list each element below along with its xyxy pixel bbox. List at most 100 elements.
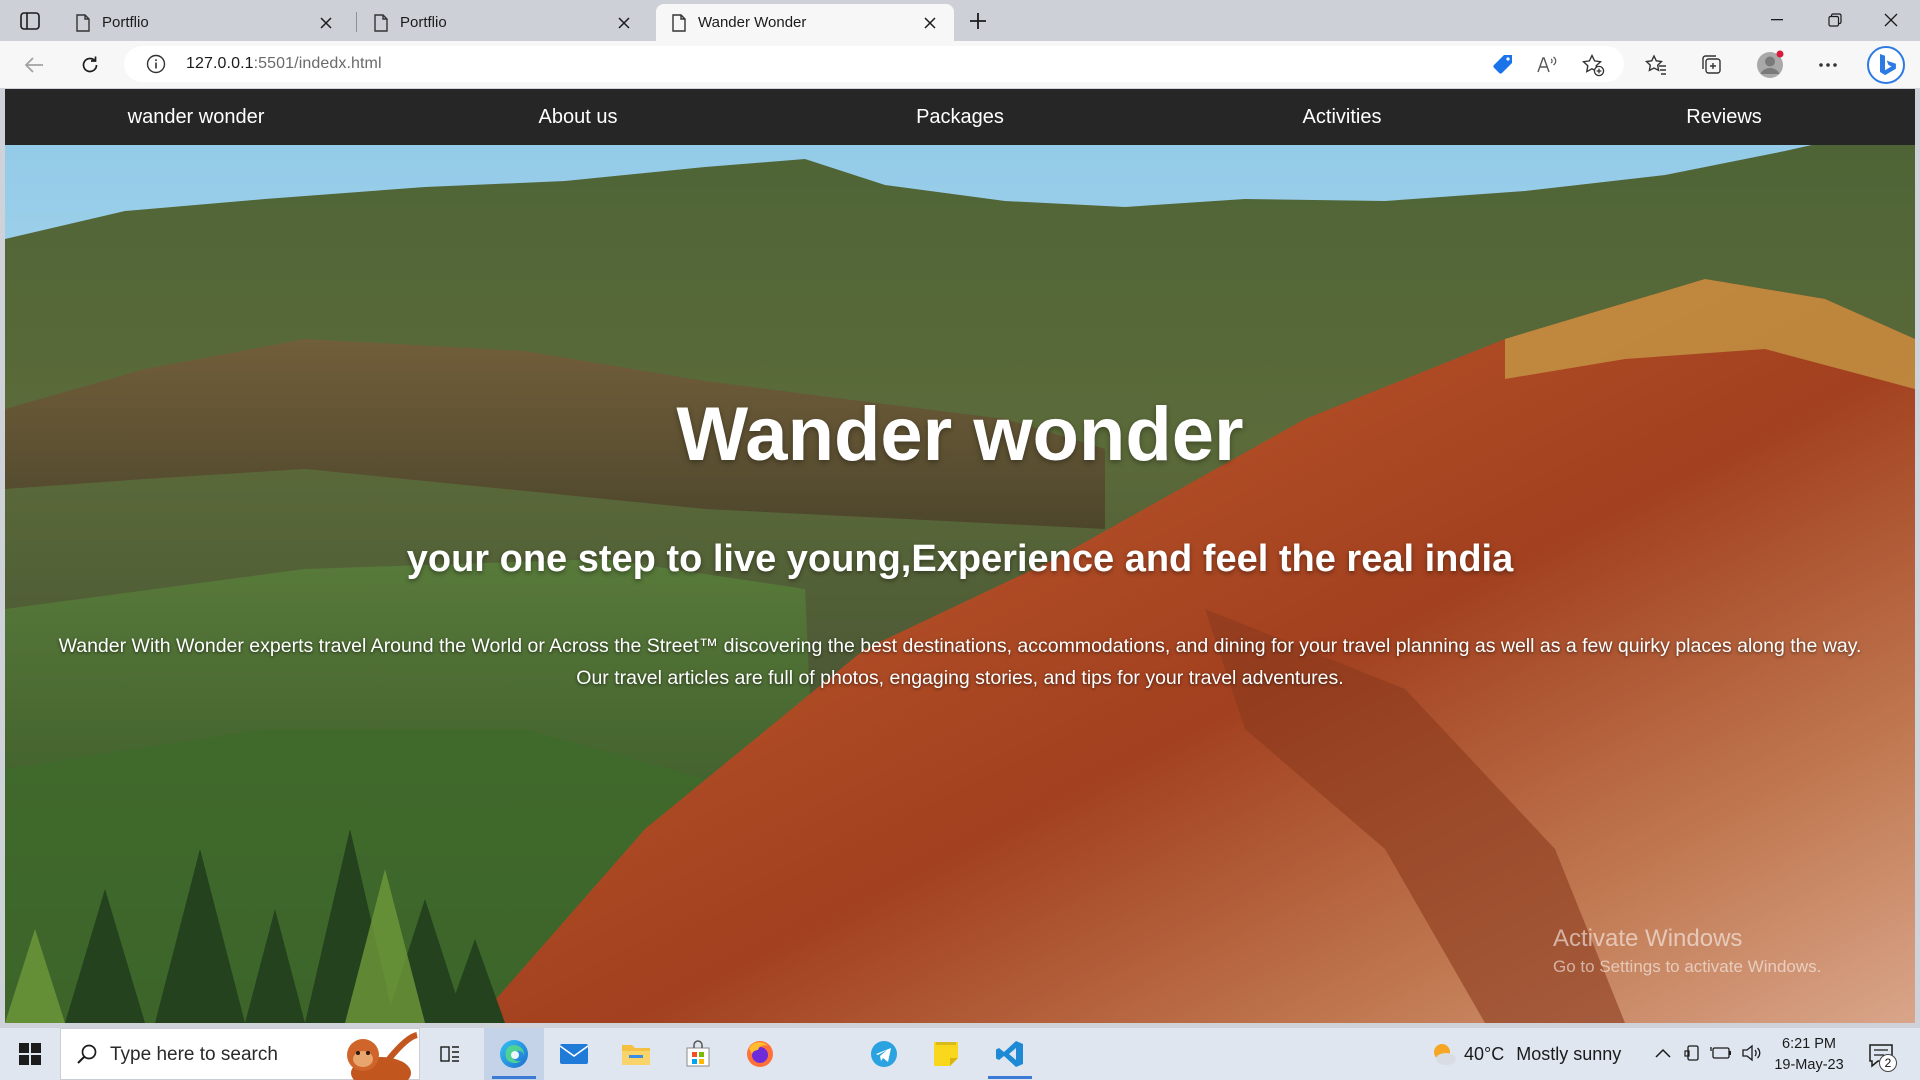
add-favorite-star-icon (1581, 53, 1605, 77)
settings-menu-button[interactable] (1812, 49, 1844, 81)
profile-avatar-icon (1757, 50, 1784, 78)
favorites-button[interactable] (1640, 49, 1672, 81)
hero-description: Wander With Wonder experts travel Around… (13, 630, 1907, 694)
new-tab-button[interactable] (963, 7, 993, 35)
taskbar-firefox[interactable] (730, 1028, 790, 1080)
taskbar-clock[interactable]: 6:21 PM 19-May-23 (1762, 1034, 1856, 1076)
back-arrow-icon (24, 57, 43, 73)
watermark-subtitle: Go to Settings to activate Windows. (1553, 957, 1822, 976)
search-placeholder: Type here to search (110, 1044, 278, 1065)
refresh-button[interactable] (74, 49, 106, 81)
close-tab-button[interactable] (614, 13, 634, 33)
activate-windows-watermark: Activate Windows Go to Settings to activ… (1553, 925, 1821, 977)
close-window-button[interactable] (1862, 0, 1920, 40)
weather-condition: Mostly sunny (1516, 1043, 1622, 1064)
tab-portflio-2[interactable]: Portflio (358, 4, 648, 41)
browser-tab-strip: Portflio Portflio Wander Wonder (0, 0, 1920, 41)
tab-wander-wonder[interactable]: Wander Wonder (656, 4, 954, 41)
tray-battery[interactable] (1710, 1042, 1732, 1064)
store-icon (686, 1040, 710, 1067)
page-icon (374, 13, 388, 32)
device-icon (1684, 1045, 1699, 1061)
chevron-up-icon (1655, 1048, 1671, 1058)
browser-toolbar: 127.0.0.1:5501/indedx.html (0, 41, 1920, 88)
tab-separator (356, 12, 357, 32)
battery-icon (1710, 1047, 1731, 1059)
search-highlight-orangutan-icon (347, 1032, 418, 1080)
taskbar-vscode[interactable] (980, 1028, 1040, 1080)
taskbar-search-box[interactable]: Type here to search (60, 1028, 420, 1080)
sticky-notes-icon (934, 1042, 958, 1066)
close-tab-button[interactable] (316, 13, 336, 33)
back-button[interactable] (18, 49, 50, 81)
taskbar-microsoft-store[interactable] (668, 1028, 728, 1080)
start-button[interactable] (0, 1028, 60, 1080)
nav-link-about-us[interactable]: About us (387, 106, 769, 129)
url-path: :5501/indedx.html (253, 55, 382, 72)
restore-button[interactable] (1806, 0, 1864, 40)
windows-taskbar: Type here to search 40°C Mostly sunny 6:… (0, 1028, 1920, 1080)
tab-actions-button[interactable] (12, 8, 48, 34)
favorites-icon (1644, 54, 1666, 75)
tab-portflio-1[interactable]: Portflio (60, 4, 350, 41)
taskbar-mail[interactable] (544, 1028, 604, 1080)
tab-actions-icon (20, 12, 40, 30)
tray-volume[interactable] (1740, 1042, 1762, 1064)
collections-button[interactable] (1696, 49, 1728, 81)
page-icon (76, 13, 90, 32)
vscode-icon (996, 1041, 1023, 1067)
close-icon (1884, 13, 1898, 27)
edge-icon (500, 1040, 528, 1068)
page-viewport: wander wonder About us Packages Activiti… (5, 89, 1915, 1023)
url-text[interactable]: 127.0.0.1:5501/indedx.html (186, 55, 382, 73)
nav-link-home[interactable]: wander wonder (5, 106, 387, 129)
show-hidden-icons-button[interactable] (1652, 1042, 1674, 1064)
add-favorite-button[interactable] (1580, 52, 1606, 78)
hero-subtitle: your one step to live young,Experience a… (406, 538, 1514, 580)
tab-title: Portflio (102, 14, 149, 31)
plus-icon (970, 13, 986, 29)
sun-cloud-icon (1434, 1044, 1456, 1065)
search-icon (77, 1044, 97, 1064)
taskbar-telegram[interactable] (854, 1028, 914, 1080)
minimize-icon (1771, 19, 1783, 21)
hero-description-line-2: Our travel articles are full of photos, … (576, 667, 1344, 689)
tab-title: Portflio (400, 14, 447, 31)
collections-icon (1702, 55, 1721, 74)
page-icon (672, 13, 686, 32)
nav-link-packages[interactable]: Packages (769, 106, 1151, 129)
task-view-icon (440, 1046, 459, 1062)
site-navbar: wander wonder About us Packages Activiti… (5, 89, 1915, 145)
bing-chat-button[interactable] (1866, 45, 1906, 85)
close-icon (618, 16, 630, 29)
more-dots-icon (1819, 63, 1837, 67)
address-bar[interactable]: 127.0.0.1:5501/indedx.html (124, 46, 1624, 82)
hero-description-line-1: Wander With Wonder experts travel Around… (58, 635, 1862, 657)
taskbar-file-explorer[interactable] (606, 1028, 666, 1080)
speaker-icon (1742, 1044, 1761, 1062)
taskbar-edge[interactable] (484, 1028, 544, 1080)
restore-icon (1828, 13, 1842, 27)
watermark-title: Activate Windows (1553, 925, 1743, 952)
taskbar-sticky-notes[interactable] (916, 1028, 976, 1080)
weather-widget[interactable]: 40°C Mostly sunny (1430, 1028, 1621, 1080)
close-icon (924, 16, 936, 29)
bing-icon (1867, 46, 1905, 84)
nav-link-reviews[interactable]: Reviews (1533, 106, 1915, 129)
shopping-tag-icon (1493, 55, 1512, 74)
read-aloud-button[interactable] (1534, 52, 1560, 78)
taskbar-task-view[interactable] (420, 1028, 480, 1080)
close-tab-button[interactable] (920, 13, 940, 33)
shopping-tag-button[interactable] (1490, 52, 1516, 78)
tab-title: Wander Wonder (698, 14, 807, 31)
clock-date: 19-May-23 (1774, 1057, 1844, 1073)
weather-temperature: 40°C (1464, 1043, 1505, 1064)
read-aloud-icon (1537, 56, 1557, 73)
close-icon (320, 16, 332, 29)
profile-button[interactable] (1754, 49, 1786, 81)
tray-device-icon[interactable] (1682, 1042, 1704, 1064)
nav-link-activities[interactable]: Activities (1151, 106, 1533, 129)
minimize-button[interactable] (1748, 0, 1806, 40)
mail-icon (559, 1044, 589, 1064)
site-info-icon[interactable] (146, 54, 166, 74)
